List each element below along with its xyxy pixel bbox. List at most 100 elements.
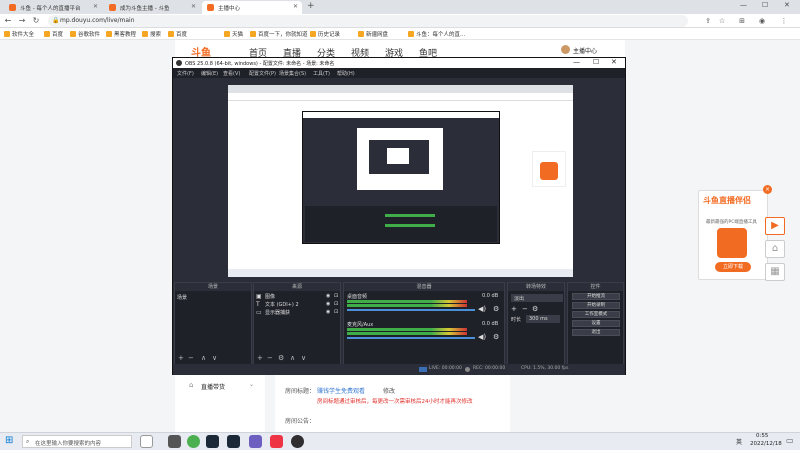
move-up-icon[interactable]: ∧	[290, 354, 295, 362]
taskbar-search[interactable]: ⌕ 在这里输入你要搜索的内容	[22, 435, 132, 448]
source-item[interactable]: ▣ 图像 ◉ ⊡	[256, 293, 338, 300]
task-view-icon[interactable]	[168, 435, 181, 448]
bookmark-item[interactable]: 天猫	[224, 30, 243, 38]
close-icon[interactable]: ✕	[611, 58, 617, 66]
app-icon-2[interactable]	[270, 435, 283, 448]
menu-scene-collection[interactable]: 场景集合(S)	[279, 70, 306, 77]
scenes-panel: 场景 场景 + − ∧ ∨	[174, 282, 252, 365]
move-down-icon[interactable]: ∨	[301, 354, 306, 362]
close-icon[interactable]: ×	[763, 185, 772, 194]
share-icon[interactable]: ⇪	[702, 15, 714, 27]
mic-icon[interactable]	[140, 435, 153, 448]
windows-start-icon[interactable]: ⊞	[5, 435, 13, 446]
browser-tab-3[interactable]: 主播中心 ✕	[202, 1, 302, 14]
notification-icon[interactable]: ▭	[786, 436, 794, 445]
bookmark-item[interactable]: 历史记录	[310, 30, 340, 38]
bookmark-item[interactable]: 软件大全	[4, 30, 34, 38]
start-recording-button[interactable]: 开始录制	[572, 302, 620, 309]
source-item[interactable]: T 文本 (GDI+) 2 ◉ ⊡	[256, 301, 338, 308]
gear-icon[interactable]: ⚙	[532, 305, 538, 313]
bookmark-item[interactable]: 百度	[44, 30, 63, 38]
edit-title-link[interactable]: 修改	[383, 386, 395, 395]
transition-select[interactable]: 淡出	[511, 294, 563, 302]
browser-tab-1[interactable]: 斗鱼 - 每个人的直播平台 ✕	[4, 1, 102, 14]
app-icon[interactable]	[249, 435, 262, 448]
exit-button[interactable]: 退出	[572, 329, 620, 336]
move-up-icon[interactable]: ∧	[201, 354, 206, 362]
settings-button[interactable]: 设置	[572, 320, 620, 327]
obs-preview[interactable]	[228, 85, 573, 277]
language-indicator[interactable]: 英	[736, 437, 742, 446]
profile-icon[interactable]: ◉	[756, 15, 768, 27]
minimize-icon[interactable]: —	[573, 58, 580, 66]
menu-item-live-commerce[interactable]: 直播带货	[201, 382, 225, 391]
bookmark-item[interactable]: 黑客教程	[106, 30, 136, 38]
steam-icon-2[interactable]	[227, 435, 240, 448]
menu-help[interactable]: 帮助(H)	[337, 70, 355, 77]
add-icon[interactable]: +	[511, 305, 517, 313]
speaker-icon[interactable]: ◀)	[478, 305, 486, 313]
bookmark-item[interactable]: 谷歌软件	[70, 30, 100, 38]
extensions-icon[interactable]: ⊞	[736, 15, 748, 27]
bookmark-item[interactable]: 百度一下，你就知道	[250, 30, 308, 38]
eye-icon[interactable]: ◉	[326, 301, 330, 307]
qrcode-icon[interactable]: ▦	[765, 263, 785, 281]
url-input[interactable]: 🔒 mp.douyu.com/live/main	[48, 15, 688, 27]
menu-icon[interactable]: ⋮	[778, 15, 790, 27]
volume-slider[interactable]	[347, 337, 475, 339]
steam-icon[interactable]	[206, 435, 219, 448]
volume-slider[interactable]	[347, 309, 475, 311]
move-down-icon[interactable]: ∨	[212, 354, 217, 362]
menu-view[interactable]: 查看(V)	[223, 70, 240, 77]
avatar[interactable]	[561, 45, 570, 54]
bookmark-item[interactable]: 搜索	[142, 30, 161, 38]
forward-icon[interactable]: →	[16, 15, 28, 27]
menu-edit[interactable]: 编辑(E)	[201, 70, 218, 77]
home-icon[interactable]: ⌂	[765, 240, 785, 258]
studio-mode-button[interactable]: 工作室模式	[572, 311, 620, 318]
new-tab-icon[interactable]: +	[307, 1, 315, 11]
eye-icon[interactable]: ◉	[326, 309, 330, 315]
speaker-icon[interactable]: ◀)	[478, 333, 486, 341]
lock-icon[interactable]: ⊡	[334, 309, 338, 315]
gear-icon[interactable]: ⚙	[493, 305, 499, 313]
menu-file[interactable]: 文件(F)	[177, 70, 194, 77]
gear-icon[interactable]: ⚙	[278, 354, 284, 362]
bookmark-item[interactable]: 斗鱼：每个人的直...	[408, 30, 465, 38]
remove-icon[interactable]: −	[267, 354, 273, 362]
duration-input[interactable]: 300 ms	[526, 315, 560, 323]
scene-item[interactable]: 场景	[177, 294, 187, 301]
reload-icon[interactable]: ↻	[30, 15, 42, 27]
bookmark-item[interactable]: 新疆网盘	[358, 30, 388, 38]
chrome-icon[interactable]	[187, 435, 200, 448]
lock-icon[interactable]: ⊡	[334, 293, 338, 299]
maximize-icon[interactable]: ☐	[762, 1, 768, 9]
close-icon[interactable]: ✕	[191, 3, 196, 10]
add-icon[interactable]: +	[178, 354, 184, 362]
remove-icon[interactable]: −	[522, 305, 528, 313]
preview-nested-obs	[302, 111, 500, 244]
user-center-link[interactable]: 主播中心	[573, 46, 597, 55]
star-icon[interactable]: ☆	[716, 15, 728, 27]
add-icon[interactable]: +	[257, 354, 263, 362]
bookmark-item[interactable]: 百度	[168, 30, 187, 38]
browser-tab-2[interactable]: 成为斗鱼主播 - 斗鱼 ✕	[104, 1, 200, 14]
lock-icon[interactable]: ⊡	[334, 301, 338, 307]
close-window-icon[interactable]: ✕	[784, 1, 790, 9]
minimize-icon[interactable]: —	[740, 1, 747, 9]
menu-profile[interactable]: 配置文件(P)	[249, 70, 276, 77]
source-item[interactable]: ▭ 显示器捕获 ◉ ⊡	[256, 309, 338, 316]
play-icon[interactable]: ▶	[765, 217, 785, 235]
menu-tools[interactable]: 工具(T)	[313, 70, 330, 77]
start-streaming-button[interactable]: 开始推流	[572, 293, 620, 300]
back-icon[interactable]: ←	[2, 15, 14, 27]
maximize-icon[interactable]: ☐	[593, 58, 599, 66]
obs-taskbar-icon[interactable]	[291, 435, 304, 448]
gear-icon[interactable]: ⚙	[493, 333, 499, 341]
close-icon[interactable]: ✕	[93, 3, 98, 10]
close-icon[interactable]: ✕	[293, 3, 298, 10]
chevron-down-icon[interactable]: ⌄	[249, 381, 254, 388]
eye-icon[interactable]: ◉	[326, 293, 330, 299]
download-button[interactable]: 立即下载	[715, 262, 751, 272]
remove-icon[interactable]: −	[188, 354, 194, 362]
